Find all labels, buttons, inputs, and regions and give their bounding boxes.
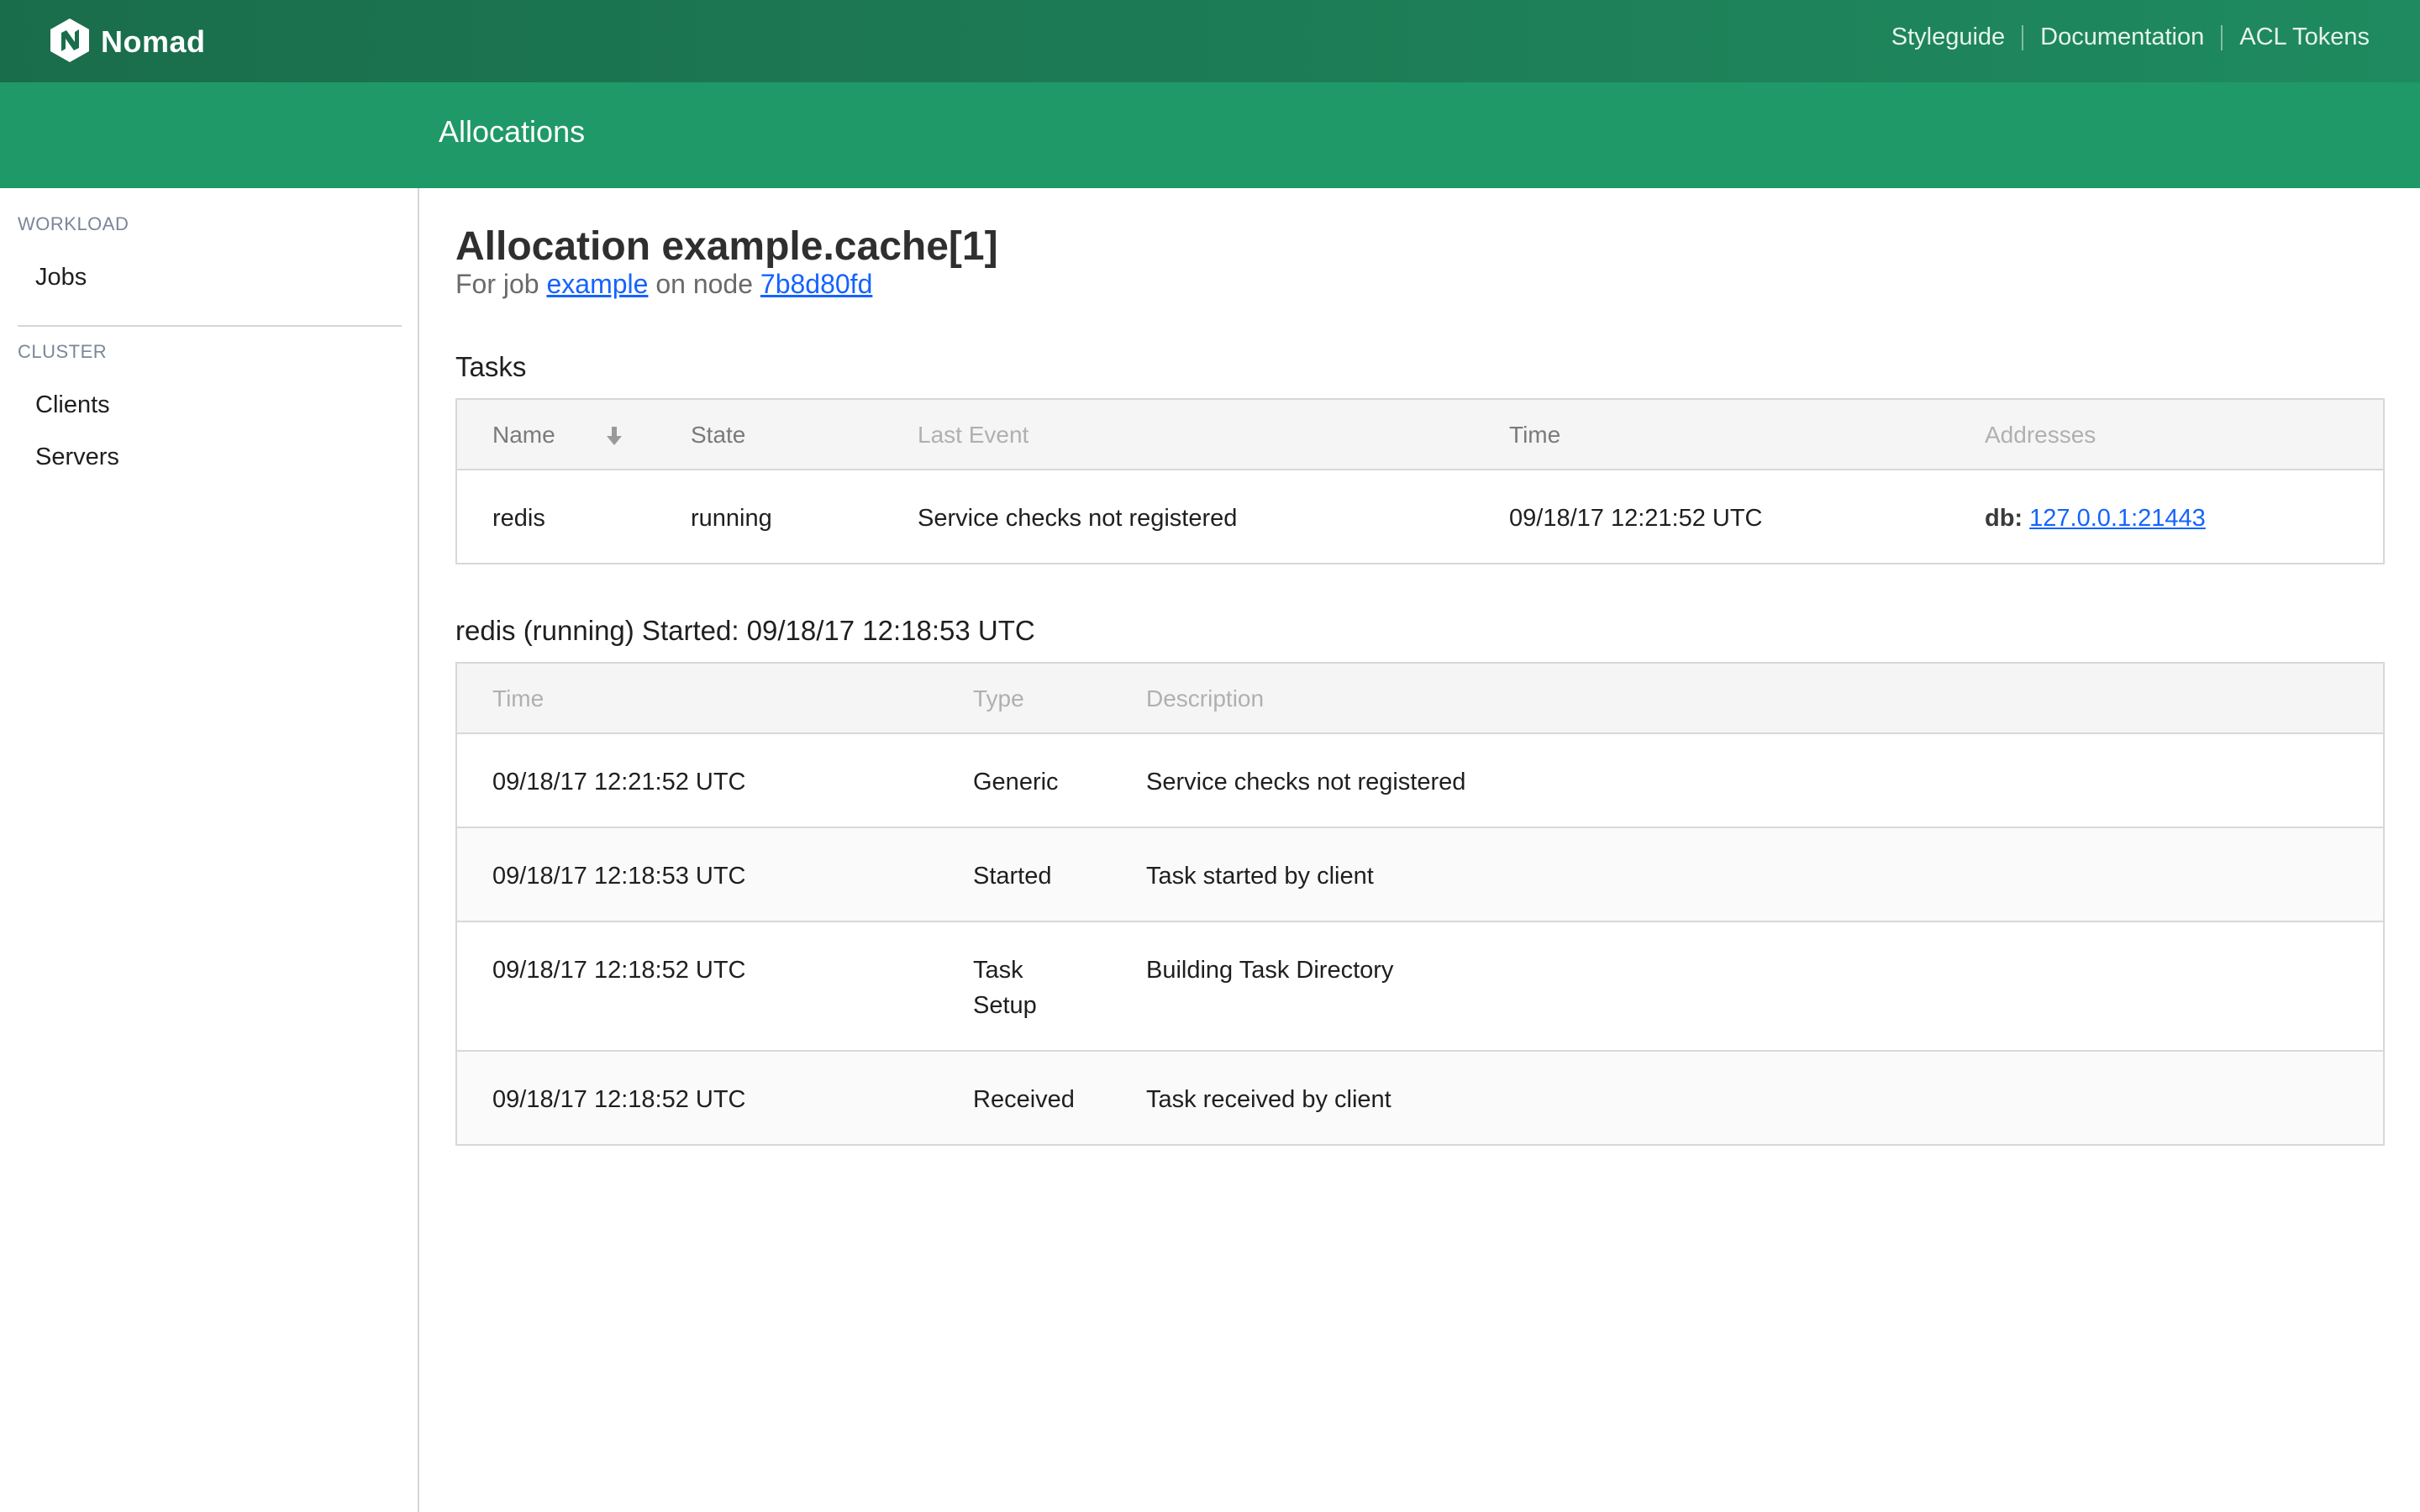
table-row[interactable]: redis running Service checks not registe… (457, 470, 2383, 563)
tasks-section-title: Tasks (455, 351, 527, 382)
arrow-down-icon[interactable] (605, 425, 623, 447)
styleguide-link[interactable]: Styleguide (1891, 24, 2005, 51)
event-time: 09/18/17 12:18:52 UTC (492, 957, 746, 984)
table-row: 09/18/17 12:18:52 UTC Task Setup Buildin… (457, 922, 2383, 1052)
event-description: Service checks not registered (1146, 769, 1466, 795)
event-type: Received (973, 1086, 1075, 1113)
event-time: 09/18/17 12:18:52 UTC (492, 1086, 746, 1113)
brand-name: Nomad (101, 24, 206, 59)
nav-separator (2221, 24, 2223, 50)
sidebar-item-jobs[interactable]: Jobs (35, 264, 87, 291)
node-link[interactable]: 7b8d80fd (760, 269, 872, 299)
events-table-header: Time Type Description (457, 664, 2383, 734)
top-nav-links: Styleguide Documentation ACL Tokens (1891, 24, 2370, 51)
column-header-addresses: Addresses (1985, 422, 2096, 448)
task-addresses: db: 127.0.0.1:21443 (1985, 501, 2206, 536)
job-link[interactable]: example (546, 269, 648, 299)
column-header-time[interactable]: Time (1509, 422, 1560, 449)
section-header-title: Allocations (439, 114, 586, 149)
table-row: 09/18/17 12:18:52 UTC Received Task rece… (457, 1052, 2383, 1144)
page-header-bar: Allocations (0, 82, 2420, 188)
task-events-table: Time Type Description 09/18/17 12:21:52 … (455, 662, 2385, 1146)
event-type: Started (973, 863, 1052, 890)
column-header-type: Type (973, 685, 1024, 711)
sidebar-label-cluster: CLUSTER (18, 341, 108, 362)
acl-tokens-link[interactable]: ACL Tokens (2239, 24, 2370, 51)
sidebar-item-clients[interactable]: Clients (35, 391, 110, 419)
sidebar: WORKLOAD Jobs CLUSTER Clients Servers (0, 188, 419, 1512)
column-header-time: Time (492, 685, 544, 711)
table-row: 09/18/17 12:21:52 UTC Generic Service ch… (457, 734, 2383, 828)
task-state: running (691, 505, 772, 532)
column-header-description: Description (1146, 685, 1265, 711)
top-navbar: Nomad Styleguide Documentation ACL Token… (0, 0, 2420, 82)
tasks-table-header: Name State Last Event Time Addresses (457, 400, 2383, 470)
event-description: Building Task Directory (1146, 957, 1394, 984)
task-events-title: redis (running) Started: 09/18/17 12:18:… (455, 615, 1035, 646)
address-link[interactable]: 127.0.0.1:21443 (2029, 505, 2206, 532)
task-name: redis (492, 505, 545, 532)
documentation-link[interactable]: Documentation (2040, 24, 2204, 51)
column-header-last-event: Last Event (918, 422, 1029, 448)
event-type: Generic (973, 769, 1059, 795)
column-header-state[interactable]: State (691, 422, 745, 449)
event-type: Task Setup (973, 957, 1037, 1019)
task-last-event: Service checks not registered (918, 505, 1238, 532)
address-label: db: (1985, 505, 2023, 532)
column-header-name[interactable]: Name (492, 422, 555, 449)
brand-logo-link[interactable]: Nomad (50, 18, 206, 66)
sidebar-label-workload: WORKLOAD (18, 213, 129, 234)
on-node-text: on node (655, 269, 753, 299)
sidebar-divider (18, 325, 402, 327)
task-time: 09/18/17 12:21:52 UTC (1509, 505, 1763, 532)
for-job-text: For job (455, 269, 539, 299)
page-title: Allocation example.cache[1] (455, 224, 998, 269)
event-description: Task started by client (1146, 863, 1374, 890)
table-row: 09/18/17 12:18:53 UTC Started Task start… (457, 828, 2383, 922)
event-time: 09/18/17 12:18:53 UTC (492, 863, 746, 890)
sidebar-item-servers[interactable]: Servers (35, 444, 119, 471)
event-description: Task received by client (1146, 1086, 1392, 1113)
tasks-table: Name State Last Event Time Addresses red… (455, 398, 2385, 564)
event-time: 09/18/17 12:21:52 UTC (492, 769, 746, 795)
nav-separator (2022, 24, 2024, 50)
nomad-logo-icon (50, 18, 89, 66)
allocation-subtitle: For job example on node 7b8d80fd (455, 269, 872, 300)
